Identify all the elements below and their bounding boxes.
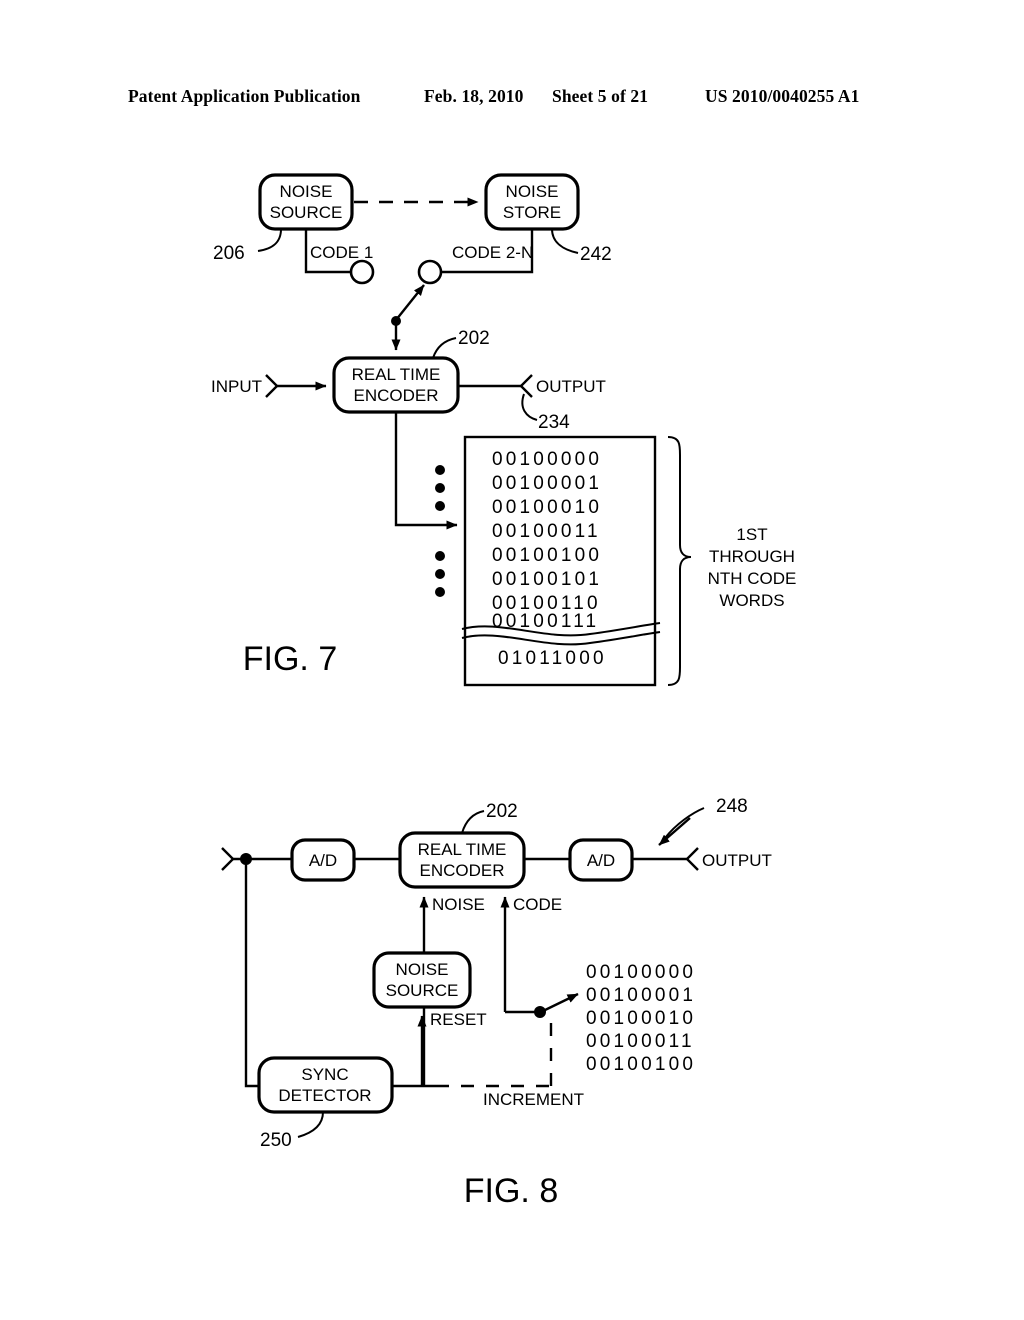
fig7-break-line-bottom: [461, 631, 661, 646]
fig8-noise-source-label-2: SOURCE: [386, 981, 459, 1000]
figure-8: A/D REAL TIME ENCODER 202 A/D OUTPUT 248…: [221, 796, 772, 1210]
fig7-noise-store-label-2: STORE: [503, 203, 561, 222]
fig7-code1-contact: [349, 259, 375, 285]
fig7-ref-234: 234: [538, 412, 570, 433]
fig8-output-label: OUTPUT: [702, 851, 772, 870]
fig8-codeword-row: 00100000: [586, 962, 696, 983]
fig8-sync-detector-label-2: DETECTOR: [278, 1086, 371, 1105]
fig7-ref-242: 242: [580, 244, 612, 265]
fig8-increment-label: INCREMENT: [483, 1090, 584, 1109]
fig8-codeword-row: 00100100: [586, 1054, 696, 1075]
fig8-encoder-label-2: ENCODER: [419, 861, 504, 880]
fig8-ad-left-block: A/D: [290, 838, 356, 882]
figure-7-caption: FIG. 7: [243, 640, 337, 678]
fig8-output-connector: [685, 847, 699, 871]
fig8-ad-right-label: A/D: [587, 851, 615, 870]
fig7-input-label: INPUT: [211, 377, 262, 396]
fig7-encoder-label-2: ENCODER: [353, 386, 438, 405]
fig7-noise-source-label-1: NOISE: [280, 182, 333, 201]
fig8-ad-left-label: A/D: [309, 851, 337, 870]
fig8-ref-250: 250: [260, 1130, 292, 1151]
fig8-codeword-list: 00100000 00100001 00100010 00100011 0010…: [586, 962, 696, 1075]
fig8-codeword-row: 00100010: [586, 1008, 696, 1029]
fig7-codeword-row: 00100001: [492, 473, 602, 494]
fig8-ref-250-leader: [297, 1111, 324, 1138]
fig7-brace-line-2: THROUGH: [709, 547, 795, 566]
fig7-noise-source-block: NOISE SOURCE: [258, 173, 354, 231]
fig8-noise-source-label-1: NOISE: [396, 960, 449, 979]
fig8-feedback-wire: [244, 859, 259, 1088]
fig7-brace-line-3: NTH CODE: [708, 569, 797, 588]
fig7-ref-202: 202: [458, 328, 490, 349]
fig7-codeword-row: 00100000: [492, 449, 602, 470]
fig8-encoder-block: REAL TIME ENCODER: [398, 831, 526, 889]
fig7-codeword-row: 00100111: [492, 611, 599, 632]
fig8-codeword-row: 00100011: [586, 1031, 695, 1052]
fig8-switch-blade: [542, 992, 579, 1013]
fig8-encoder-label-1: REAL TIME: [418, 840, 507, 859]
fig7-switch-blade: [395, 284, 425, 321]
fig8-ref-202-leader: [461, 810, 485, 834]
fig7-encoder-block: REAL TIME ENCODER: [332, 356, 460, 414]
fig8-switch-pivot: [534, 1006, 546, 1018]
fig7-code1-label: CODE 1: [310, 243, 373, 262]
fig7-encoder-to-table-wire: [394, 412, 458, 530]
fig7-codeword-row: 00100100: [492, 545, 602, 566]
fig8-sync-detector-block: SYNC DETECTOR: [257, 1056, 394, 1114]
fig8-noise-label: NOISE: [432, 895, 485, 914]
fig7-vertical-ellipsis-upper: [435, 465, 445, 511]
fig7-brace-caption: 1ST THROUGH NTH CODE WORDS: [708, 525, 797, 610]
fig8-sync-detector-label-1: SYNC: [301, 1065, 348, 1084]
fig7-encoder-label-1: REAL TIME: [352, 365, 441, 384]
figure-8-caption: FIG. 8: [464, 1172, 558, 1210]
fig7-ref-202-leader: [432, 337, 457, 359]
fig7-codeword-rows: 00100000 00100001 00100010 00100011 0010…: [492, 449, 607, 669]
fig7-codeword-row: 00100011: [492, 521, 601, 542]
fig8-ad-right-block: A/D: [568, 838, 634, 882]
fig7-ref-206: 206: [213, 243, 245, 264]
fig7-ref-234-leader: [521, 393, 538, 421]
fig7-brace-line-4: WORDS: [719, 591, 784, 610]
fig7-brace-line-1: 1ST: [736, 525, 767, 544]
fig7-noise-source-label-2: SOURCE: [270, 203, 343, 222]
fig7-brace: [667, 436, 692, 686]
fig8-ref-202: 202: [486, 801, 518, 822]
fig7-output-label: OUTPUT: [536, 377, 606, 396]
fig7-ref-206-leader: [257, 228, 282, 252]
fig8-ref-248-arrow: [658, 817, 691, 846]
fig7-code2n-contact: [417, 259, 443, 285]
fig8-noise-source-block: NOISE SOURCE: [372, 951, 472, 1009]
fig7-codeword-row: 00100101: [492, 569, 602, 590]
fig7-noise-store-label-1: NOISE: [506, 182, 559, 201]
fig7-noise-store-block: NOISE STORE: [484, 173, 580, 231]
fig8-codeword-row: 00100001: [586, 985, 696, 1006]
fig7-codeword-row-last: 01011000: [498, 648, 607, 669]
fig7-input-connector: [265, 374, 279, 398]
fig7-vertical-ellipsis-lower: [435, 551, 445, 597]
fig7-code2n-label: CODE 2-N: [452, 243, 533, 262]
figure-7: NOISE SOURCE NOISE STORE 206 242 CODE 1: [211, 173, 797, 687]
fig8-input-connector: [221, 847, 235, 871]
fig7-codeword-row: 00100010: [492, 497, 602, 518]
figures-artwork: NOISE SOURCE NOISE STORE 206 242 CODE 1: [211, 173, 797, 1210]
patent-drawing-page: Patent Application Publication Feb. 18, …: [0, 0, 1024, 1320]
fig8-ref-248: 248: [716, 796, 748, 817]
fig7-output-connector: [519, 374, 533, 398]
fig7-ref-242-leader: [551, 228, 579, 254]
fig8-code-label: CODE: [513, 895, 562, 914]
fig8-reset-label: RESET: [430, 1010, 487, 1029]
